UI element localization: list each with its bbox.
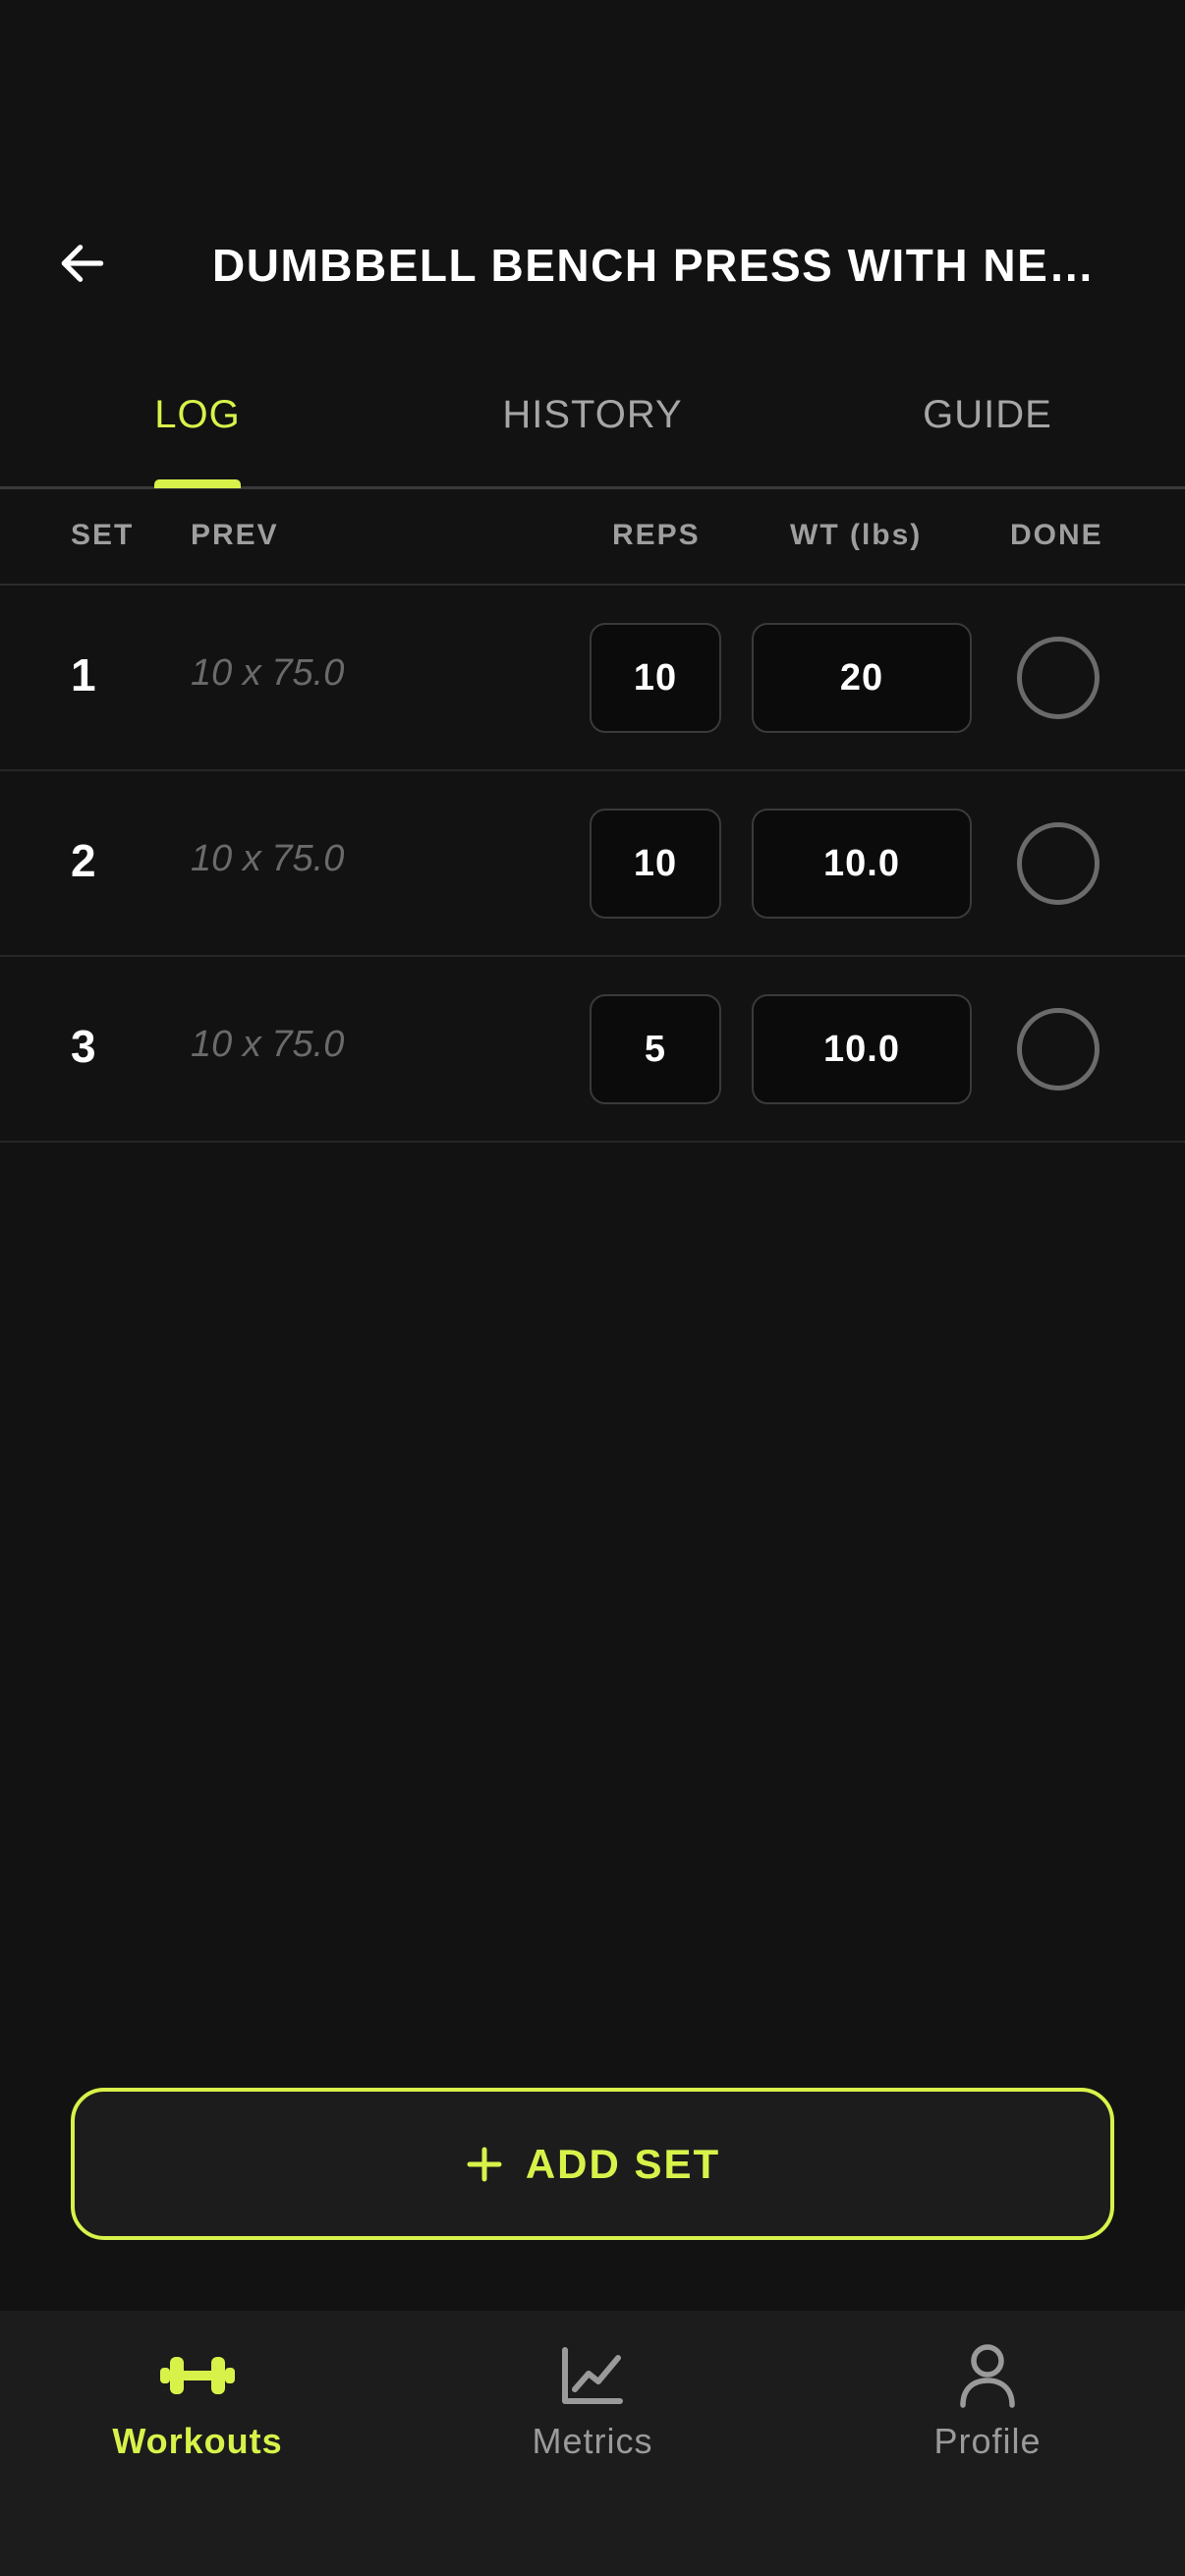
set-number: 3: [71, 1021, 96, 1072]
nav-workouts-label: Workouts: [112, 2421, 283, 2461]
person-icon: [960, 2344, 1015, 2408]
done-checkbox[interactable]: [1017, 637, 1100, 719]
bottom-navigation: Workouts Metrics Profile: [0, 2311, 1185, 2576]
done-checkbox[interactable]: [1017, 1008, 1100, 1091]
reps-input[interactable]: 10: [590, 623, 721, 733]
nav-metrics-label: Metrics: [532, 2421, 653, 2461]
tab-history[interactable]: HISTORY: [395, 373, 790, 486]
column-header-set: SET: [71, 519, 135, 551]
tab-bar: LOG HISTORY GUIDE: [0, 373, 1185, 489]
nav-profile-label: Profile: [933, 2421, 1042, 2461]
weight-input[interactable]: 10.0: [752, 994, 972, 1104]
previous-performance: 10 x 75.0: [191, 652, 345, 694]
nav-workouts[interactable]: Workouts: [0, 2338, 395, 2486]
exercise-title: DUMBBELL BENCH PRESS WITH NE…: [212, 240, 1096, 291]
column-header-done: DONE: [1010, 519, 1103, 551]
weight-input[interactable]: 20: [752, 623, 972, 733]
set-number: 2: [71, 835, 96, 886]
tab-history-label: HISTORY: [502, 393, 683, 436]
tab-guide-label: GUIDE: [923, 393, 1052, 436]
set-row: 2 10 x 75.0 10 10.0: [0, 771, 1185, 957]
set-row: 3 10 x 75.0 5 10.0: [0, 957, 1185, 1143]
previous-performance: 10 x 75.0: [191, 1024, 345, 1065]
exercise-log-screen: DUMBBELL BENCH PRESS WITH NE… LOG HISTOR…: [0, 0, 1185, 2576]
reps-input[interactable]: 5: [590, 994, 721, 1104]
reps-input[interactable]: 10: [590, 809, 721, 919]
arrow-left-icon: [61, 245, 104, 282]
column-header-prev: PREV: [191, 519, 279, 551]
tab-log[interactable]: LOG: [0, 373, 395, 486]
weight-input[interactable]: 10.0: [752, 809, 972, 919]
column-header-reps: REPS: [612, 519, 701, 551]
sets-table-header: SET PREV REPS WT (lbs) DONE: [0, 489, 1185, 586]
tab-log-label: LOG: [154, 393, 241, 436]
plus-icon: [467, 2147, 502, 2181]
add-set-button[interactable]: ADD SET: [71, 2088, 1114, 2240]
previous-performance: 10 x 75.0: [191, 838, 345, 879]
add-set-label: ADD SET: [525, 2140, 721, 2187]
chart-icon: [562, 2347, 623, 2404]
tab-guide[interactable]: GUIDE: [790, 373, 1185, 486]
set-row: 1 10 x 75.0 10 20: [0, 586, 1185, 771]
column-header-weight: WT (lbs): [790, 519, 923, 551]
active-tab-indicator: [154, 479, 241, 488]
header: DUMBBELL BENCH PRESS WITH NE…: [0, 0, 1185, 344]
nav-metrics[interactable]: Metrics: [395, 2338, 790, 2486]
set-number: 1: [71, 649, 96, 700]
done-checkbox[interactable]: [1017, 822, 1100, 905]
back-button[interactable]: [47, 228, 118, 299]
dumbbell-icon: [160, 2357, 235, 2394]
nav-profile[interactable]: Profile: [790, 2338, 1185, 2486]
